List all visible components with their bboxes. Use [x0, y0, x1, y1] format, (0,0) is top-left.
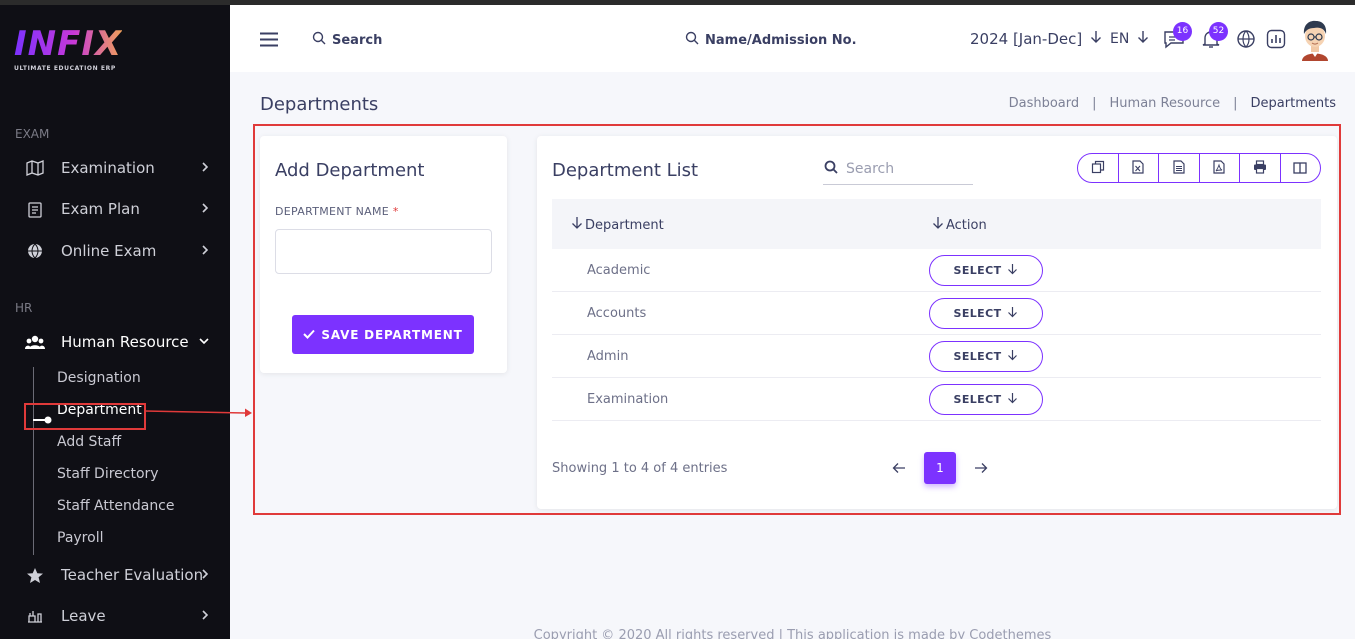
chevron-right-icon [200, 567, 210, 585]
chevron-down-icon [198, 334, 210, 352]
academic-year-value: 2024 [Jan-Dec] [970, 30, 1083, 48]
header-search-label: Search [332, 32, 383, 48]
notifications-button[interactable]: 52 [1202, 22, 1228, 53]
submenu-item-payroll[interactable]: Payroll [57, 528, 103, 548]
users-icon [24, 331, 46, 353]
messages-button[interactable]: 16 [1163, 22, 1192, 53]
brand-logo[interactable]: INFIX ULTIMATE EDUCATION ERP [14, 25, 122, 72]
breadcrumb-human-resource[interactable]: Human Resource [1110, 96, 1221, 111]
student-search[interactable]: Name/Admission No. [685, 31, 857, 49]
sidebar-item-examination[interactable]: Examination [24, 153, 214, 183]
logo-text: INFIX [14, 24, 123, 64]
submenu-item-add-staff[interactable]: Add Staff [57, 432, 121, 452]
sidebar-item-label: Examination [61, 159, 155, 177]
submenu-guide-line [33, 367, 34, 555]
clipboard-icon [24, 198, 46, 220]
messages-badge: 16 [1173, 22, 1192, 41]
student-search-label: Name/Admission No. [705, 32, 857, 48]
search-icon [312, 31, 332, 49]
page-title: Departments [260, 94, 379, 115]
chevron-right-icon [200, 243, 210, 261]
section-label-hr: HR [15, 301, 33, 315]
leave-icon [24, 605, 46, 627]
chevron-right-icon [200, 201, 210, 219]
annotation-highlight-frame [253, 124, 1341, 515]
chevron-right-icon [200, 608, 210, 626]
annotation-highlight-box [24, 403, 146, 430]
sidebar-item-label: Leave [61, 607, 106, 625]
reports-button[interactable] [1266, 29, 1286, 53]
breadcrumb-dashboard[interactable]: Dashboard [1009, 96, 1080, 111]
sidebar-item-label: Online Exam [61, 242, 157, 260]
academic-year-selector[interactable]: 2024 [Jan-Dec] [970, 30, 1102, 48]
sidebar-item-online-exam[interactable]: Online Exam [24, 236, 214, 266]
sidebar-item-leave[interactable]: Leave [24, 601, 214, 631]
sidebar-item-teacher-evaluation[interactable]: Teacher Evaluation [24, 560, 214, 590]
footer-copyright: Copyright © 2020 All rights reserved | T… [533, 628, 1052, 639]
search-icon [685, 31, 705, 49]
star-icon [24, 564, 46, 586]
map-icon [24, 157, 46, 179]
sidebar-item-label: Exam Plan [61, 200, 140, 218]
breadcrumb-current: Departments [1250, 96, 1336, 111]
submenu-item-staff-directory[interactable]: Staff Directory [57, 464, 159, 484]
arrow-down-icon [1090, 30, 1102, 48]
submenu-item-designation[interactable]: Designation [57, 368, 141, 388]
breadcrumb-separator: | [1233, 96, 1238, 111]
arrow-down-icon [1137, 30, 1149, 48]
logo-tagline: ULTIMATE EDUCATION ERP [14, 65, 116, 72]
sidebar-item-exam-plan[interactable]: Exam Plan [24, 194, 214, 224]
app-root: INFIX ULTIMATE EDUCATION ERP EXAM Examin… [0, 0, 1355, 639]
sidebar: INFIX ULTIMATE EDUCATION ERP EXAM Examin… [0, 5, 230, 639]
website-button[interactable] [1236, 29, 1256, 53]
language-selector[interactable]: EN [1110, 30, 1149, 48]
header-search[interactable]: Search [312, 31, 382, 49]
sidebar-item-label: Teacher Evaluation [61, 566, 204, 584]
user-avatar[interactable] [1300, 19, 1330, 65]
breadcrumb: Dashboard | Human Resource | Departments [1009, 96, 1336, 111]
sidebar-item-human-resource[interactable]: Human Resource [24, 327, 214, 357]
chevron-right-icon [200, 160, 210, 178]
breadcrumb-separator: | [1092, 96, 1097, 111]
top-header: Search Name/Admission No. 2024 [Jan-Dec]… [230, 5, 1355, 72]
sidebar-item-label: Human Resource [61, 333, 189, 351]
chart-icon [1266, 29, 1286, 53]
submenu-item-staff-attendance[interactable]: Staff Attendance [57, 496, 175, 516]
globe-icon [1236, 30, 1256, 53]
section-label-exam: EXAM [15, 127, 50, 141]
notifications-badge: 52 [1209, 22, 1228, 41]
menu-toggle-icon[interactable] [260, 32, 278, 51]
globe-icon [24, 240, 46, 262]
annotation-arrow-icon [145, 408, 252, 417]
language-value: EN [1110, 31, 1130, 47]
